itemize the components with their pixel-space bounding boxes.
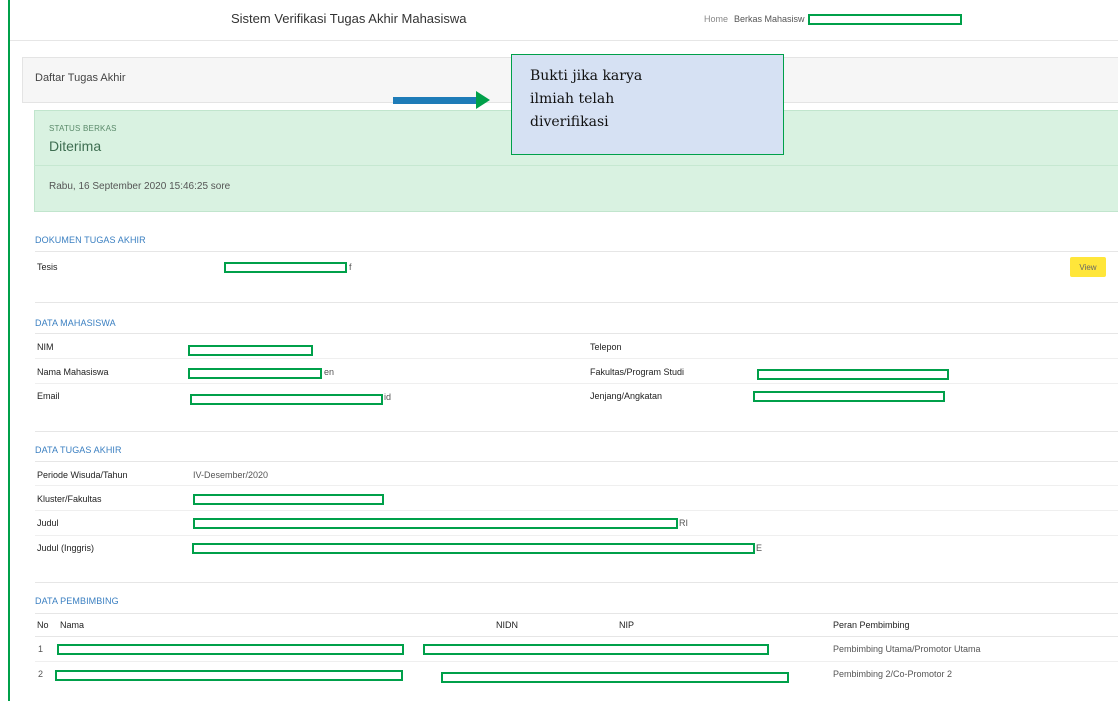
row-rule (35, 661, 1118, 662)
section-title-mahasiswa: DATA MAHASISWA (35, 318, 116, 328)
row-rule (35, 485, 1118, 486)
section-title-dokumen: DOKUMEN TUGAS AKHIR (35, 235, 146, 245)
redaction-box (441, 672, 789, 683)
status-date: Rabu, 16 September 2020 15:46:25 sore (49, 181, 231, 192)
nim-label: NIM (37, 342, 54, 352)
section-title-pembimbing: DATA PEMBIMBING (35, 596, 119, 606)
section-rule (35, 461, 1118, 462)
kluster-label: Kluster/Fakultas (37, 494, 102, 504)
table-row-no: 1 (38, 644, 44, 654)
frame-border (8, 0, 10, 701)
section-rule (35, 333, 1118, 334)
row-rule (35, 510, 1118, 511)
section-rule (35, 636, 1118, 637)
view-button[interactable]: View (1070, 257, 1106, 277)
status-divider (34, 165, 1118, 166)
judul-inggris-label: Judul (Inggris) (37, 543, 95, 553)
section-title-tugas-akhir: DATA TUGAS AKHIR (35, 445, 122, 455)
arrow-icon (476, 91, 490, 109)
status-label: STATUS BERKAS (49, 124, 117, 133)
column-header-nidn: NIDN (496, 620, 518, 630)
redaction-box (193, 518, 678, 529)
email-value: id (384, 392, 392, 402)
section-rule (35, 582, 1118, 583)
judul-inggris-value: E (756, 543, 763, 553)
telepon-label: Telepon (590, 342, 622, 352)
tesis-value: f (349, 262, 352, 272)
status-value: Diterima (49, 138, 102, 154)
tesis-label: Tesis (37, 262, 58, 272)
app-title: Sistem Verifikasi Tugas Akhir Mahasiswa (231, 11, 467, 26)
table-row-no: 2 (38, 669, 44, 679)
row-rule (35, 383, 1118, 384)
section-rule (35, 302, 1118, 303)
column-header-nip: NIP (619, 620, 635, 630)
redaction-box (193, 494, 384, 505)
breadcrumb-current: Berkas Mahasisw (734, 14, 805, 24)
redaction-box (757, 369, 949, 380)
jenjang-label: Jenjang/Angkatan (590, 391, 663, 401)
annotation-line: ilmiah telah (530, 91, 615, 107)
section-rule (35, 251, 1118, 252)
redaction-box (55, 670, 403, 681)
breadcrumb: Home Berkas Mahasisw (704, 14, 805, 24)
judul-label: Judul (37, 518, 59, 528)
redaction-box (753, 391, 945, 402)
annotation-line: Bukti jika karya (530, 68, 643, 84)
email-label: Email (37, 391, 60, 401)
redaction-box (423, 644, 769, 655)
row-rule (35, 358, 1118, 359)
section-rule (35, 613, 1118, 614)
redaction-box (808, 14, 962, 25)
column-header-peran: Peran Pembimbing (833, 620, 910, 630)
redaction-box (57, 644, 404, 655)
judul-value: RI (679, 518, 688, 528)
nama-mahasiswa-value: en (324, 367, 335, 377)
annotation-callout: Bukti jika karya ilmiah telah diverifika… (511, 54, 784, 155)
redaction-box (188, 368, 322, 379)
redaction-box (192, 543, 755, 554)
table-row-peran: Pembimbing 2/Co-Promotor 2 (833, 669, 953, 679)
nama-mahasiswa-label: Nama Mahasiswa (37, 367, 109, 377)
redaction-box (224, 262, 347, 273)
arrow-shaft (393, 97, 477, 104)
annotation-line: diverifikasi (530, 114, 609, 130)
periode-value: IV-Desember/2020 (193, 470, 269, 480)
fakultas-label: Fakultas/Program Studi (590, 367, 685, 377)
periode-label: Periode Wisuda/Tahun (37, 470, 128, 480)
redaction-box (190, 394, 383, 405)
column-header-nama: Nama (60, 620, 85, 630)
redaction-box (188, 345, 313, 356)
table-row-peran: Pembimbing Utama/Promotor Utama (833, 644, 981, 654)
panel-title: Daftar Tugas Akhir (35, 72, 126, 84)
section-rule (35, 431, 1118, 432)
breadcrumb-home[interactable]: Home (704, 14, 728, 24)
column-header-no: No (37, 620, 49, 630)
row-rule (35, 535, 1118, 536)
